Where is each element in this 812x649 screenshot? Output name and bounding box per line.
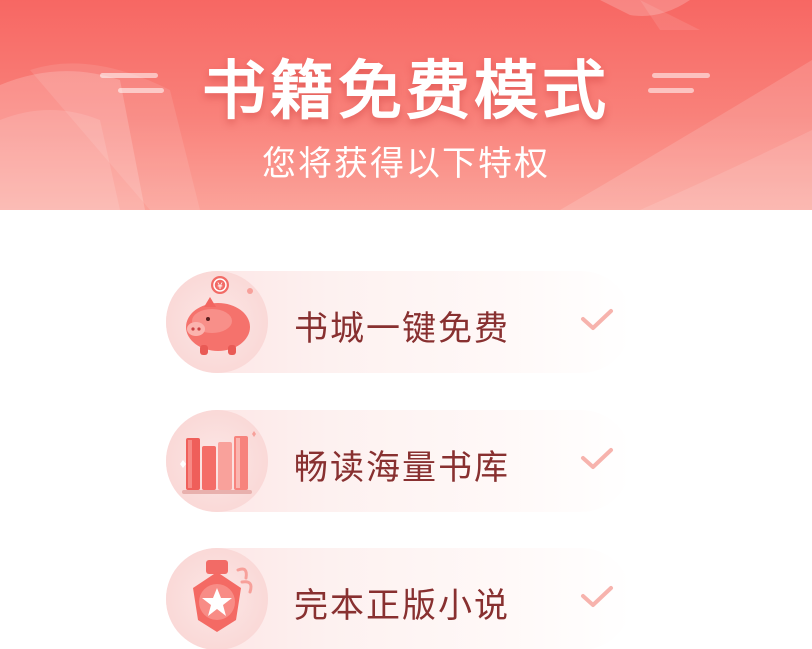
header-banner: 书籍免费模式 您将获得以下特权 [0,0,812,210]
page-title: 书籍免费模式 [202,55,610,129]
check-icon [581,309,613,330]
star-medal-icon [166,548,268,649]
benefit-label: 完本正版小说 [294,586,510,626]
benefit-item-complete-novels: 完本正版小说 [166,548,632,649]
piggy-bank-icon: ¥ [166,271,268,373]
books-icon [166,410,268,512]
svg-text:¥: ¥ [217,282,223,292]
benefit-item-massive-library: 畅读海量书库 [166,410,632,512]
check-icon [581,586,613,607]
benefit-item-free-bookstore: ¥ 书城一键免费 [166,271,632,373]
check-icon [581,448,613,469]
benefit-label: 畅读海量书库 [294,448,510,488]
page-subtitle: 您将获得以下特权 [262,144,550,184]
benefit-label: 书城一键免费 [294,309,510,349]
